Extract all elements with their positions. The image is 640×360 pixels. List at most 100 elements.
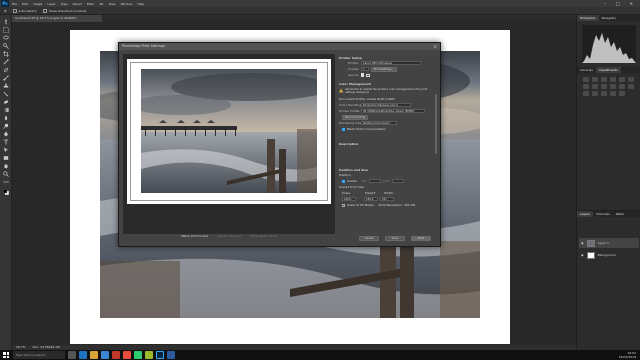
menu-view[interactable]: View <box>108 2 115 6</box>
rendering-intent-select[interactable]: Relative Colorimetric <box>361 120 397 126</box>
threshold-icon[interactable] <box>601 91 607 96</box>
show-paper-white-option[interactable]: Show Paper White <box>250 232 277 240</box>
menu-help[interactable]: Help <box>137 2 144 6</box>
gradient-map-icon[interactable] <box>619 91 625 96</box>
edge-icon[interactable] <box>79 351 87 359</box>
app-icon[interactable] <box>145 351 153 359</box>
menu-image[interactable]: Image <box>33 2 42 6</box>
color-handling-select[interactable]: Photoshop Manages Colors <box>361 102 411 108</box>
menu-file[interactable]: File <box>12 2 17 6</box>
tab-channels[interactable]: Channels <box>593 211 613 217</box>
left-input[interactable] <box>391 178 404 184</box>
settings-scrollbar[interactable] <box>435 94 437 154</box>
width-input[interactable]: 267 <box>380 196 394 202</box>
taskbar-search[interactable]: Type here to search <box>13 351 65 359</box>
invert-adjust-icon[interactable] <box>583 91 589 96</box>
color-lookup-icon[interactable] <box>628 84 634 89</box>
description-heading[interactable]: Description <box>339 142 438 146</box>
cancel-button[interactable]: Cancel <box>359 236 379 241</box>
menu-type[interactable]: Type <box>61 2 68 6</box>
move-tool-icon[interactable] <box>3 19 9 25</box>
brush-tool-icon[interactable] <box>3 75 9 81</box>
quick-select-tool-icon[interactable] <box>3 43 9 49</box>
show-transform-option[interactable]: Show Transform Controls <box>42 8 86 13</box>
vibrance-adjust-icon[interactable] <box>619 77 625 82</box>
chrome-icon[interactable] <box>123 351 131 359</box>
move-tool-icon[interactable]: ✥ <box>4 9 7 13</box>
word-icon[interactable] <box>167 351 175 359</box>
maximize-button[interactable]: □ <box>616 0 620 7</box>
dodge-tool-icon[interactable] <box>3 123 9 129</box>
history-brush-tool-icon[interactable] <box>3 91 9 97</box>
menu-window[interactable]: Window <box>121 2 133 6</box>
rectangle-tool-icon[interactable] <box>3 155 9 161</box>
channel-mixer-icon[interactable] <box>619 84 625 89</box>
tab-libraries[interactable]: Libraries <box>577 67 596 73</box>
layer-row[interactable]: ◉ Layer 1 <box>579 238 639 248</box>
menu-edit[interactable]: Edit <box>22 2 28 6</box>
close-icon[interactable]: ✕ <box>434 43 437 50</box>
height-input[interactable]: 189.0 <box>364 196 378 202</box>
eye-icon[interactable]: ◉ <box>581 253 584 257</box>
black-point-checkbox[interactable] <box>342 127 345 131</box>
file-explorer-icon[interactable] <box>90 351 98 359</box>
more-tools-icon[interactable] <box>3 179 9 185</box>
photo-filter-icon[interactable] <box>610 84 616 89</box>
center-checkbox[interactable] <box>342 179 345 183</box>
hand-tool-icon[interactable] <box>3 163 9 169</box>
tab-paths[interactable]: Paths <box>613 211 627 217</box>
printer-profile-select[interactable]: SP_CENPro10sPhotoPlus_Glossy_BPPDD <box>361 108 425 114</box>
posterize-icon[interactable] <box>592 91 598 96</box>
top-input[interactable] <box>369 178 382 184</box>
pen-tool-icon[interactable] <box>3 131 9 137</box>
menu-layer[interactable]: Layer <box>47 2 55 6</box>
scale-input[interactable]: 100% <box>342 196 356 202</box>
tab-adjustments[interactable]: Adjustments <box>595 67 621 73</box>
printer-select[interactable]: Canon PRO-10S series <box>361 60 421 66</box>
print-button[interactable]: Print <box>411 236 431 241</box>
blur-tool-icon[interactable] <box>3 115 9 121</box>
path-select-tool-icon[interactable] <box>3 147 9 153</box>
tab-layers[interactable]: Layers <box>577 211 593 217</box>
print-preview-photo[interactable] <box>141 69 317 193</box>
layer-row[interactable]: ◉ Background <box>579 250 639 260</box>
hue-adjust-icon[interactable] <box>583 84 589 89</box>
system-clock[interactable]: 16:52 25/03/2019 <box>619 351 636 359</box>
selective-color-icon[interactable] <box>610 91 616 96</box>
crop-tool-icon[interactable] <box>3 51 9 57</box>
dialog-title-bar[interactable]: Photoshop Print Settings ✕ <box>119 43 440 50</box>
type-tool-icon[interactable] <box>3 139 9 145</box>
color-swatches-icon[interactable] <box>3 189 9 195</box>
eraser-tool-icon[interactable] <box>3 99 9 105</box>
color-balance-icon[interactable] <box>592 84 598 89</box>
minimize-button[interactable]: – <box>604 0 606 7</box>
lasso-tool-icon[interactable] <box>3 35 9 41</box>
triangle-adjust-icon[interactable] <box>628 77 634 82</box>
gradient-tool-icon[interactable] <box>3 107 9 113</box>
eyedropper-tool-icon[interactable] <box>3 59 9 65</box>
landscape-layout-icon[interactable] <box>366 73 370 77</box>
done-button[interactable]: Done <box>385 236 405 241</box>
curves-adjust-icon[interactable] <box>601 77 607 82</box>
task-view-icon[interactable] <box>68 351 76 359</box>
photoshop-taskbar-icon[interactable] <box>156 351 164 359</box>
exposure-adjust-icon[interactable] <box>610 77 616 82</box>
zoom-level[interactable]: 16.7% <box>16 345 26 349</box>
match-print-colors-option[interactable]: Match Print Colors <box>181 232 208 240</box>
auto-select-option[interactable]: Auto-Select: <box>12 8 37 13</box>
tab-navigator[interactable]: Navigator <box>599 15 620 21</box>
brightness-adjust-icon[interactable] <box>583 77 589 82</box>
eye-icon[interactable]: ◉ <box>581 241 584 245</box>
close-window-button[interactable]: ✕ <box>630 0 633 7</box>
black-point-checkbox-row[interactable]: Black Point Compensation <box>339 126 438 132</box>
color-management-heading[interactable]: Color Management <box>339 82 438 86</box>
portrait-layout-icon[interactable] <box>361 73 364 77</box>
gamut-warning-option[interactable]: Gamut Warning <box>217 232 240 240</box>
zoom-tool-icon[interactable] <box>3 171 9 177</box>
print-settings-button[interactable]: Print Settings... <box>371 66 397 72</box>
scale-to-fit-checkbox[interactable] <box>342 203 345 207</box>
tab-histogram[interactable]: Histogram <box>577 15 599 21</box>
normal-printing-select[interactable]: Normal Printing <box>342 114 369 120</box>
menu-3d[interactable]: 3D <box>99 2 103 6</box>
bw-adjust-icon[interactable] <box>601 84 607 89</box>
